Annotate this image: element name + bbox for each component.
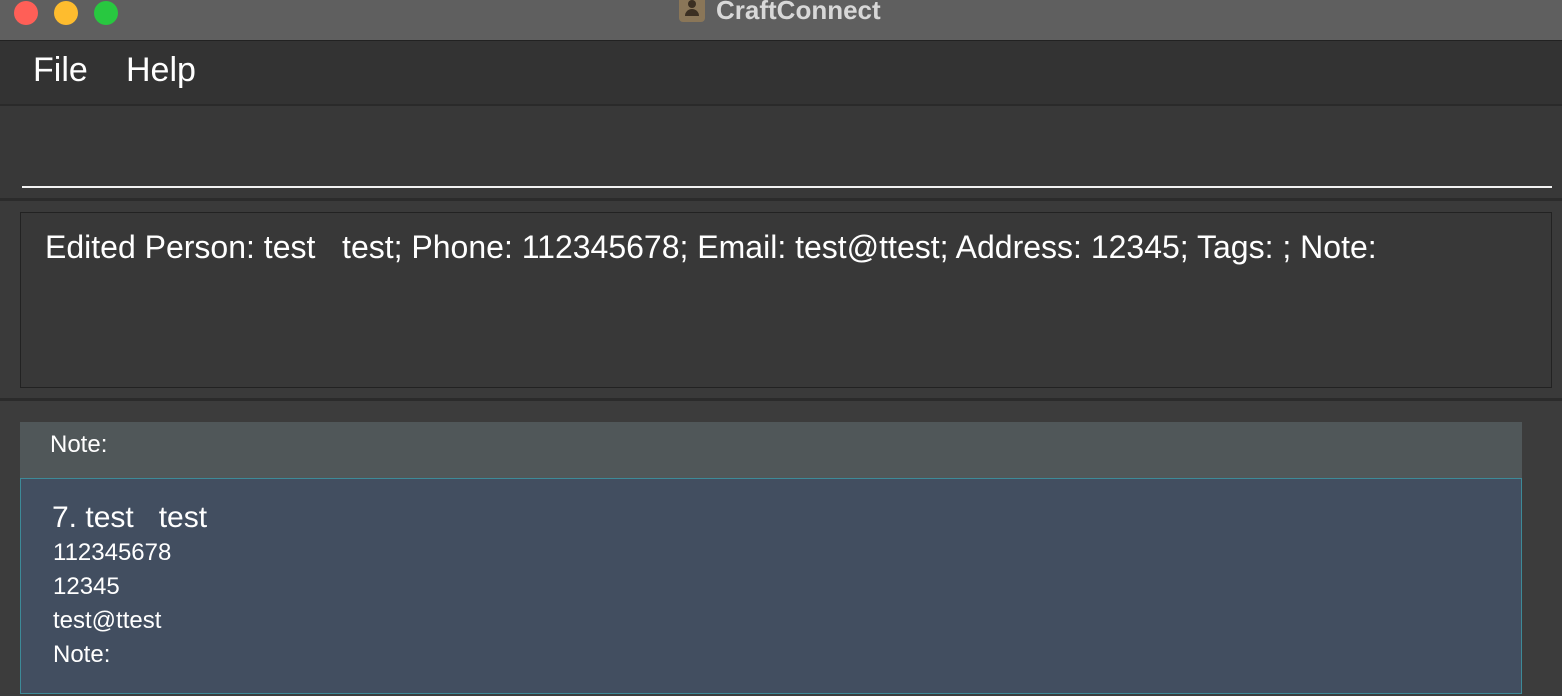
window-title: CraftConnect	[716, 0, 881, 25]
close-window-button[interactable]	[14, 1, 38, 25]
person-email: test@ttest	[53, 607, 162, 634]
minimize-window-button[interactable]	[54, 1, 78, 25]
person-note: Note:	[53, 641, 111, 668]
zoom-window-button[interactable]	[94, 1, 118, 25]
command-input[interactable]	[22, 106, 1552, 188]
previous-item-note: Note:	[50, 431, 108, 458]
person-address: 12345	[53, 573, 120, 600]
menu-file[interactable]: File	[33, 51, 88, 90]
list-item-previous[interactable]: Note:	[20, 422, 1522, 478]
menu-bar: File Help	[0, 41, 1562, 106]
contacts-app-icon	[679, 0, 705, 22]
menu-help[interactable]: Help	[126, 51, 196, 90]
person-name: 7. test test	[52, 501, 208, 534]
command-box	[0, 106, 1562, 201]
result-display: Edited Person: test test; Phone: 1123456…	[20, 212, 1552, 388]
person-phone: 112345678	[53, 539, 172, 566]
person-card[interactable]: 7. test test 112345678 12345 test@ttest …	[20, 478, 1522, 694]
title-bar: CraftConnect	[0, 0, 1562, 41]
result-message: Edited Person: test test; Phone: 1123456…	[45, 229, 1377, 265]
person-list: Note: 7. test test 112345678 12345 test@…	[0, 401, 1562, 696]
